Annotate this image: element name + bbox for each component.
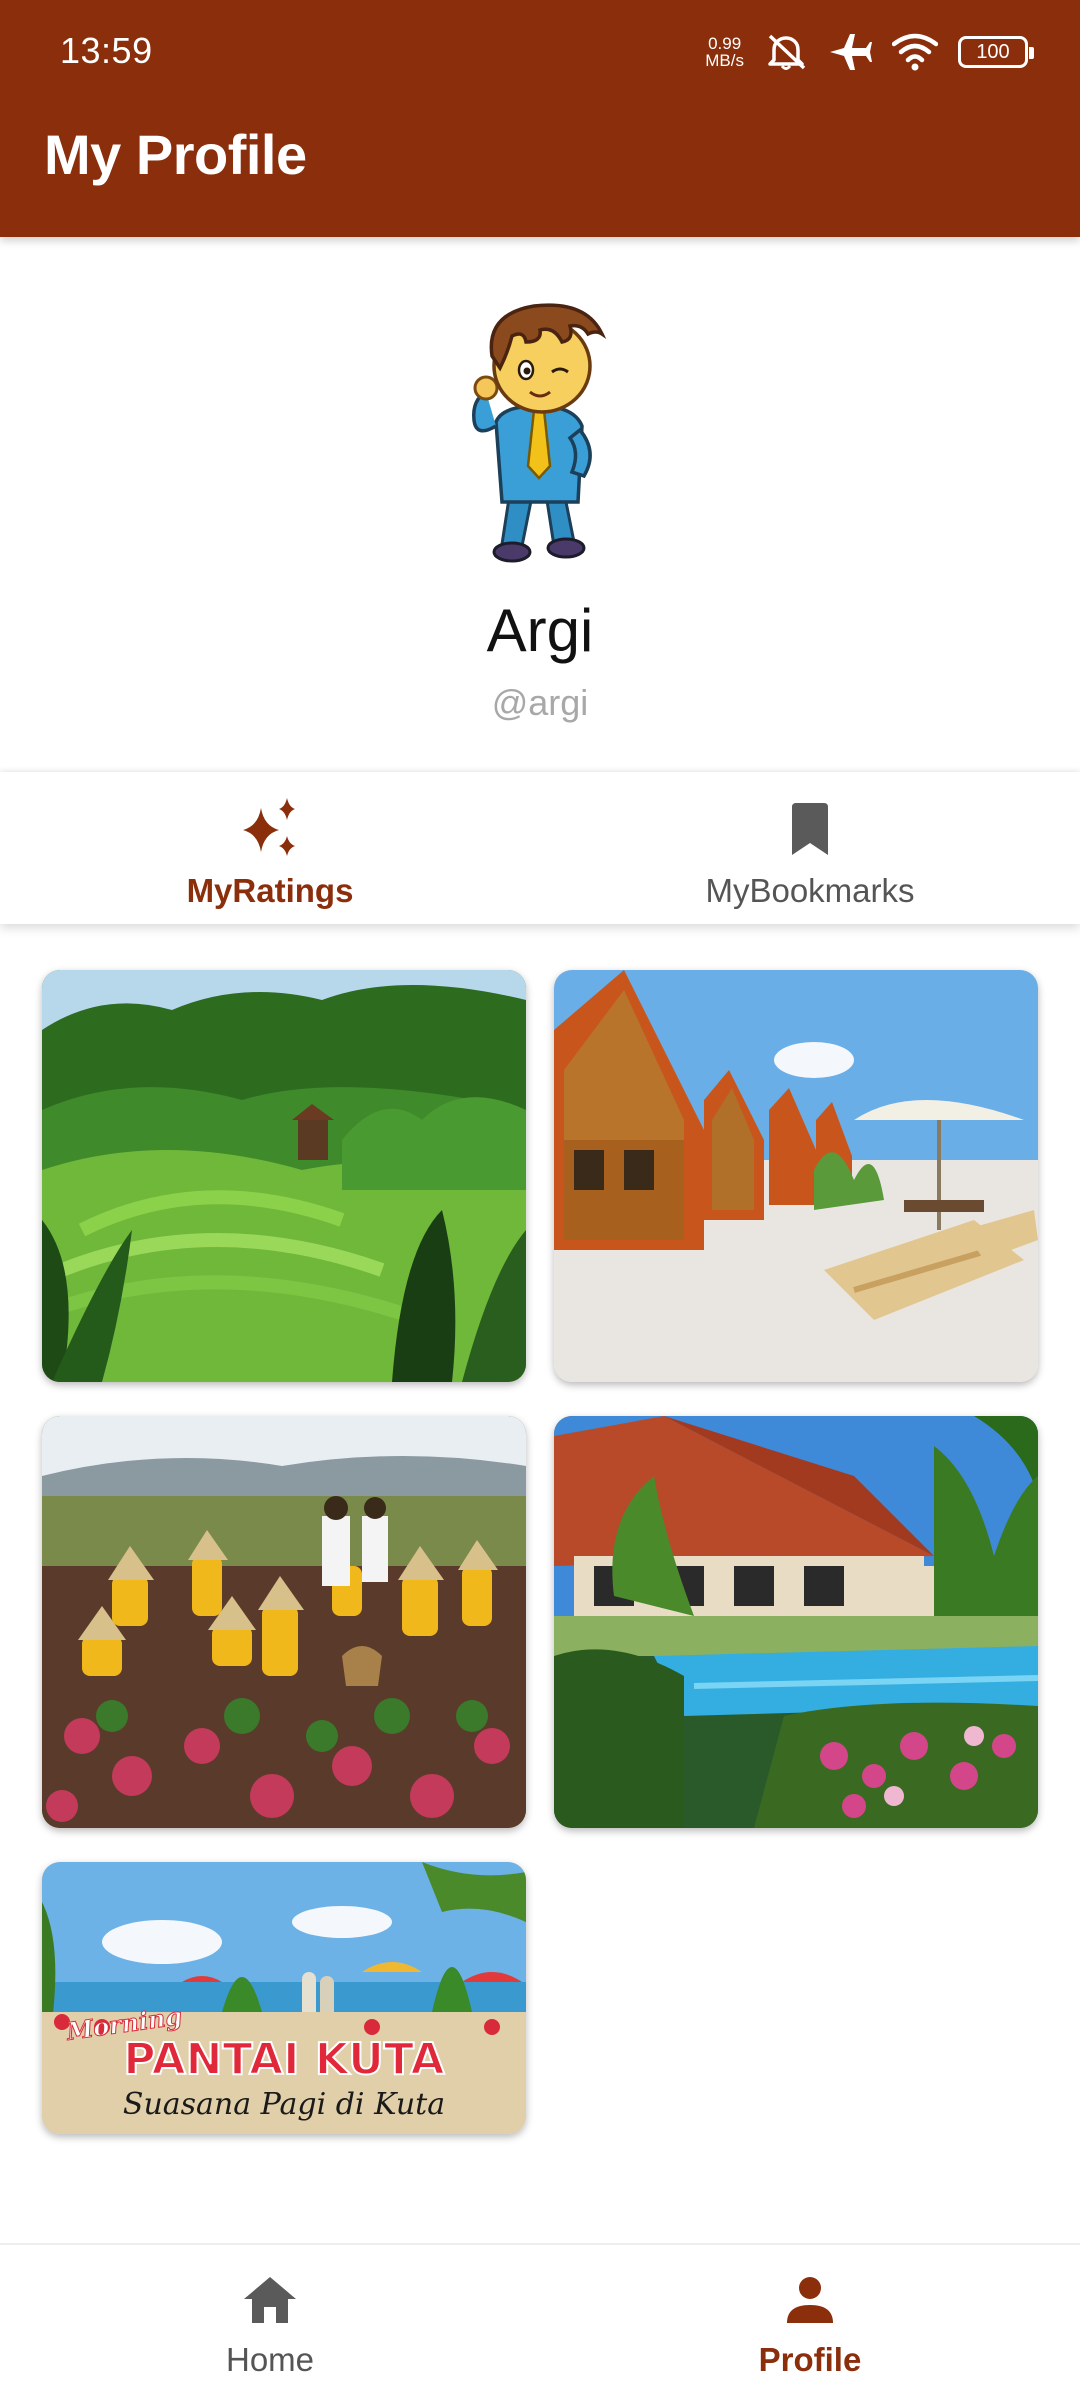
battery-level: 100 xyxy=(976,40,1010,63)
battery-icon: 100 xyxy=(958,36,1034,68)
nav-profile[interactable]: Profile xyxy=(540,2245,1080,2400)
airplane-icon xyxy=(828,32,872,72)
profile-screen: 13:59 0.99 MB/s 100 My Profile Argi @arg… xyxy=(0,0,1080,2400)
person-icon xyxy=(785,2271,835,2329)
nav-home-label: Home xyxy=(225,2341,315,2378)
place-card-bungalows[interactable] xyxy=(554,970,1038,1382)
tab-my-ratings[interactable]: MyRatings xyxy=(0,772,540,924)
banner-subtitle-text: Suasana Pagi di Kuta xyxy=(123,2087,445,2122)
status-bar: 13:59 0.99 MB/s 100 xyxy=(0,0,1080,105)
profile-tabs: MyRatings MyBookmarks xyxy=(0,772,1080,924)
place-image-kuta-beach: Morning PANTAI KUTA Suasana Pagi di Kuta xyxy=(42,1862,526,2134)
nav-profile-label: Profile xyxy=(758,2341,862,2378)
network-speed-unit: MB/s xyxy=(705,51,744,70)
tab-my-bookmarks[interactable]: MyBookmarks xyxy=(540,772,1080,924)
sparkles-icon xyxy=(237,798,303,860)
avatar xyxy=(450,296,630,566)
place-card-kuta-beach[interactable]: Morning PANTAI KUTA Suasana Pagi di Kuta xyxy=(42,1862,526,2134)
status-time: 13:59 xyxy=(60,30,153,71)
tab-my-bookmarks-label: MyBookmarks xyxy=(705,872,915,909)
user-name: Argi xyxy=(486,597,594,664)
place-image-bungalows xyxy=(554,970,1038,1382)
place-image-farm xyxy=(42,1416,526,1828)
bottom-navigation: Home Profile xyxy=(0,2243,1080,2400)
banner-title-text: PANTAI KUTA xyxy=(123,2034,444,2085)
mute-icon xyxy=(764,32,808,72)
place-card-rice-terrace[interactable] xyxy=(42,970,526,1382)
status-icons: 0.99 MB/s 100 xyxy=(705,30,1034,74)
network-speed: 0.99 MB/s xyxy=(705,35,744,69)
page-title: My Profile xyxy=(44,123,307,186)
place-image-rice-terrace xyxy=(42,970,526,1382)
network-speed-value: 0.99 xyxy=(708,34,742,53)
app-header: 13:59 0.99 MB/s 100 My Profile xyxy=(0,0,1080,237)
place-card-farm[interactable] xyxy=(42,1416,526,1828)
nav-home[interactable]: Home xyxy=(0,2245,540,2400)
tab-my-ratings-label: MyRatings xyxy=(186,872,354,909)
place-image-resort xyxy=(554,1416,1038,1828)
home-icon xyxy=(242,2271,298,2329)
place-card-resort[interactable] xyxy=(554,1416,1038,1828)
user-handle: @argi xyxy=(491,682,589,723)
bookmark-icon xyxy=(790,798,830,860)
wifi-icon xyxy=(892,32,938,72)
